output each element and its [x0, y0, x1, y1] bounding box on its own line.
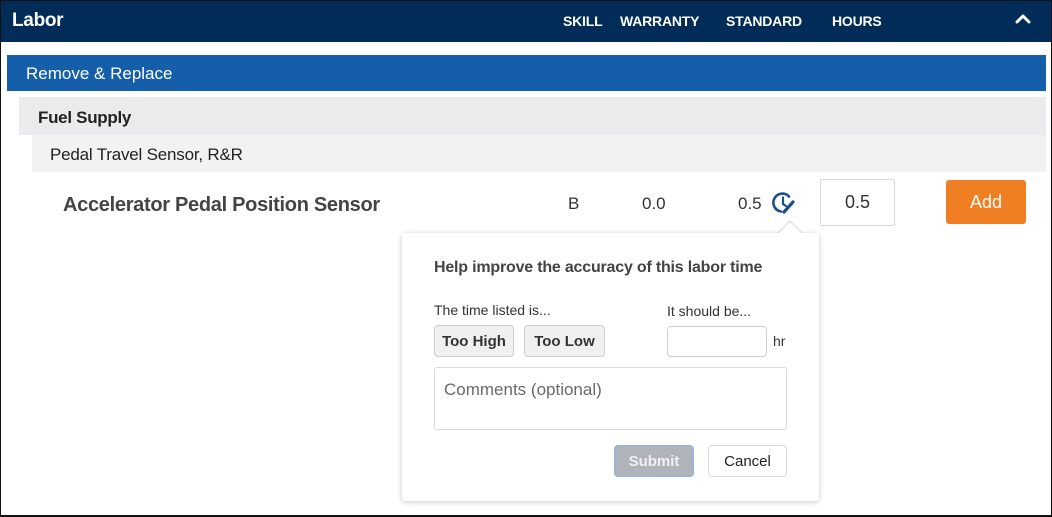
column-header-standard: STANDARD [726, 13, 802, 29]
submit-button[interactable]: Submit [614, 445, 694, 477]
add-button[interactable]: Add [946, 180, 1026, 224]
feedback-title: Help improve the accuracy of this labor … [434, 259, 763, 276]
popover-arrow-fill [777, 222, 803, 235]
operation-skill: B [568, 194, 580, 213]
chevron-up-icon [1015, 14, 1031, 24]
column-header-warranty: WARRANTY [620, 13, 700, 29]
too-low-button[interactable]: Too Low [524, 325, 605, 357]
operation-warranty: 0.0 [642, 194, 666, 213]
labor-panel: Labor SKILL WARRANTY STANDARD HOURS Remo… [0, 0, 1052, 517]
column-header-skill: SKILL [563, 13, 603, 29]
too-high-button[interactable]: Too High [434, 325, 514, 357]
panel-title: Labor [12, 10, 64, 31]
labor-header: Labor SKILL WARRANTY STANDARD HOURS [1, 1, 1051, 42]
comments-field[interactable] [434, 367, 787, 430]
column-header-hours: HOURS [832, 13, 882, 29]
feedback-popover: Help improve the accuracy of this labor … [402, 233, 819, 501]
group-fuel-supply[interactable]: Fuel Supply [19, 97, 1046, 135]
clock-edit-icon [772, 192, 795, 214]
operation-standard: 0.5 [738, 194, 762, 213]
cancel-button[interactable]: Cancel [708, 445, 787, 477]
should-be-input[interactable] [667, 326, 767, 357]
time-listed-label: The time listed is... [434, 302, 551, 318]
collapse-button[interactable] [1013, 9, 1033, 29]
category-remove-replace[interactable]: Remove & Replace [7, 55, 1046, 91]
feedback-button[interactable] [772, 191, 796, 215]
should-be-label: It should be... [667, 303, 752, 319]
hours-unit-label: hr [773, 333, 786, 349]
subgroup-pedal-travel-sensor[interactable]: Pedal Travel Sensor, R&R [32, 135, 1046, 172]
operation-name: Accelerator Pedal Position Sensor [63, 194, 380, 216]
hours-input[interactable] [820, 179, 895, 226]
